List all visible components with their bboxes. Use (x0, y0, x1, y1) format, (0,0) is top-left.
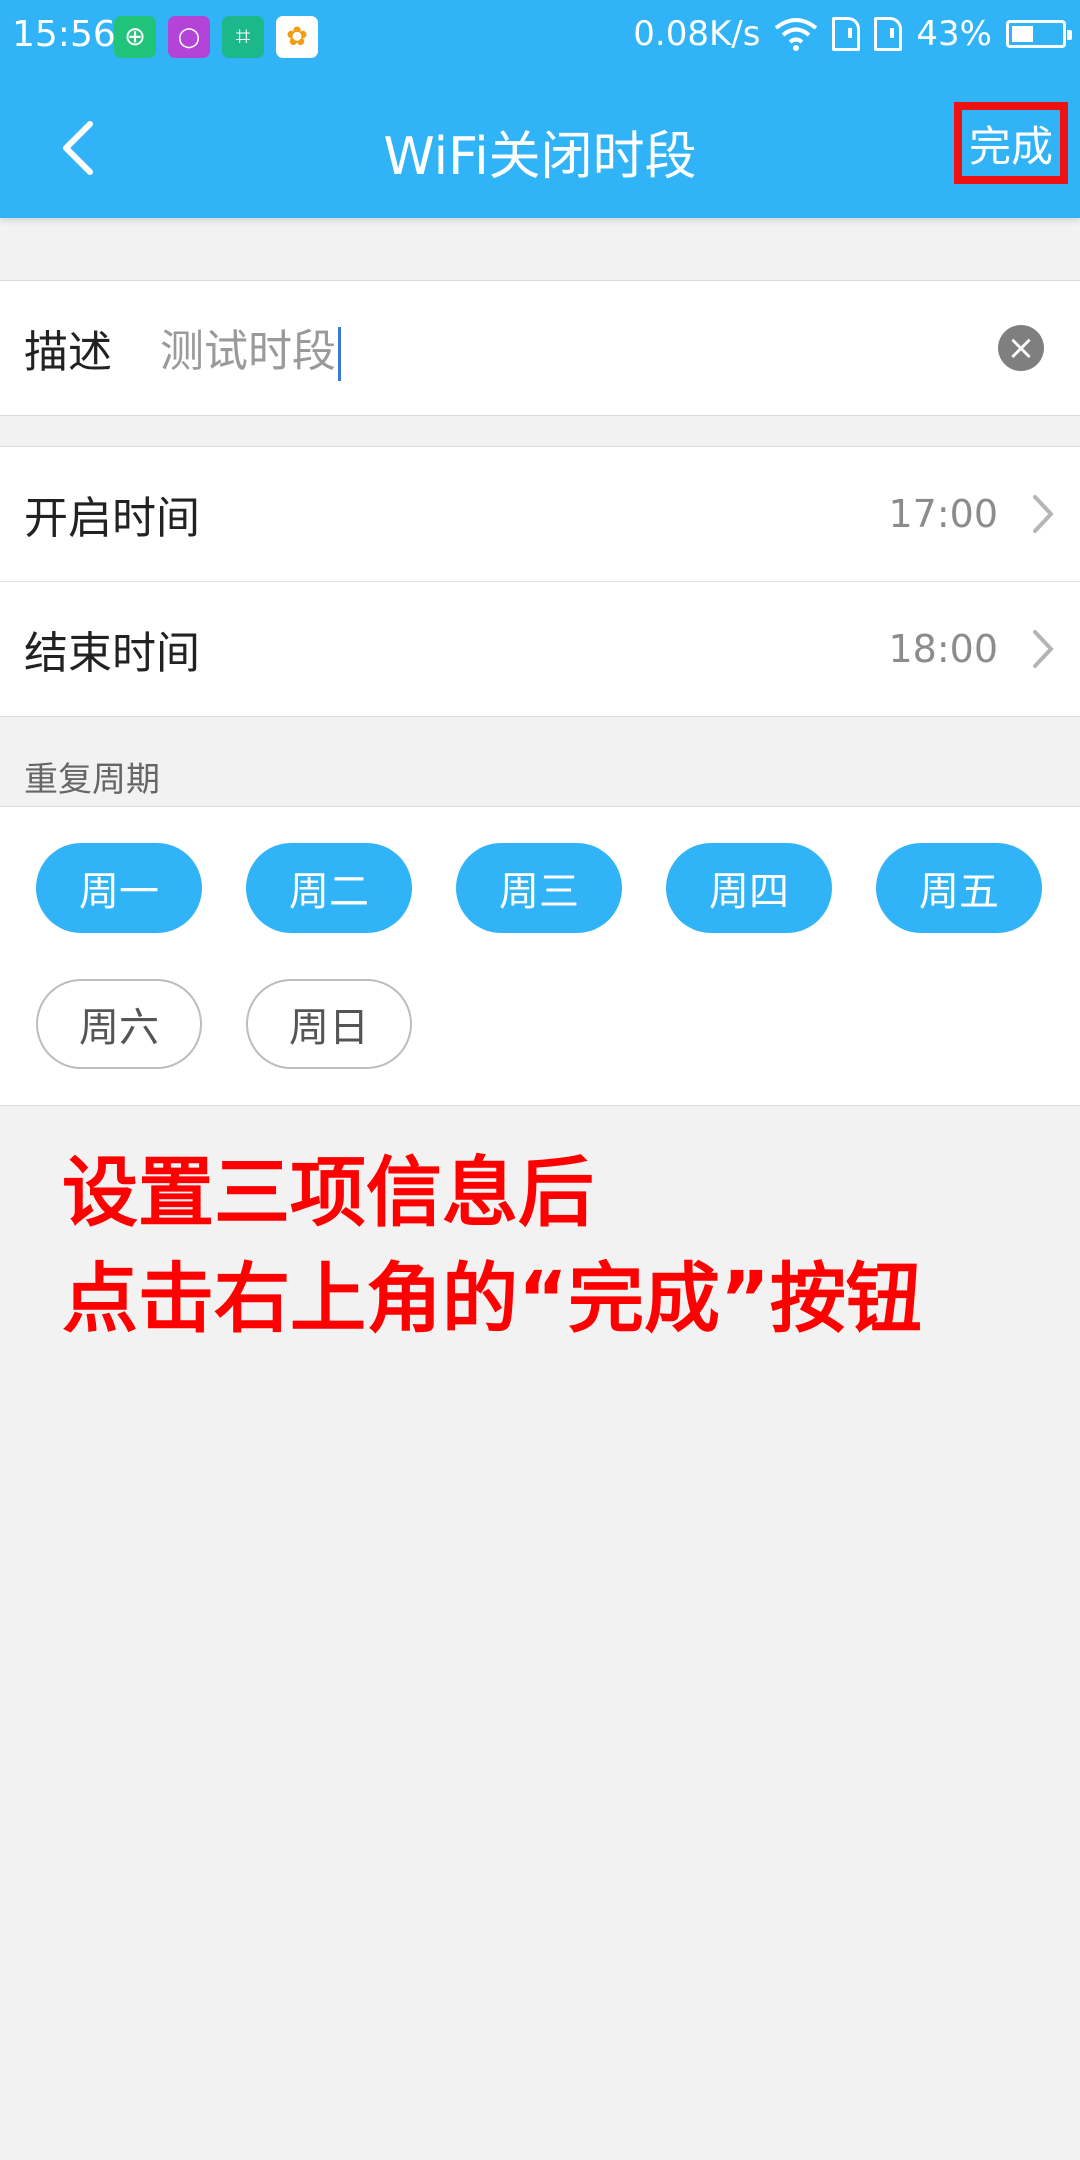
day-chip-fri[interactable]: 周五 (876, 843, 1042, 933)
day-chip-mon[interactable]: 周一 (36, 843, 202, 933)
description-group: 描述 测试时段 × (0, 280, 1080, 416)
chevron-right-icon (1033, 495, 1054, 533)
chevron-right-icon (1033, 630, 1054, 668)
pinwheel-icon: ✿ (276, 16, 318, 58)
description-value: 测试时段 (160, 326, 336, 377)
scan-icon: ⌗ (222, 16, 264, 58)
description-label: 描述 (24, 327, 112, 378)
day-chip-tue[interactable]: 周二 (246, 843, 412, 933)
net-speed: 0.08K/s (633, 14, 761, 54)
end-time-row[interactable]: 结束时间 18:00 (0, 581, 1080, 716)
text-cursor (338, 327, 341, 381)
end-time-value: 18:00 (888, 627, 998, 671)
day-chip-thu[interactable]: 周四 (666, 843, 832, 933)
wifi-icon (775, 18, 818, 51)
status-right: 0.08K/s 43% (633, 14, 1072, 54)
start-time-row[interactable]: 开启时间 17:00 (0, 447, 1080, 581)
sim-icon (832, 17, 861, 51)
time-group: 开启时间 17:00 结束时间 18:00 (0, 446, 1080, 717)
start-time-label: 开启时间 (24, 493, 200, 544)
sim-icon (874, 17, 903, 51)
done-button[interactable]: 完成 (954, 102, 1068, 184)
status-bar: 15:56 ⊕ ○ ⌗ ✿ 0.08K/s 43% (0, 0, 1080, 76)
repeat-section-label: 重复周期 (24, 760, 160, 800)
status-time: 15:56 (12, 14, 116, 55)
annotation-line-1: 设置三项信息后 (62, 1148, 594, 1237)
top-bar: 15:56 ⊕ ○ ⌗ ✿ 0.08K/s 43% WiFi关闭时段 完成 (0, 0, 1080, 218)
clear-icon[interactable]: × (998, 325, 1044, 371)
day-chip-wed[interactable]: 周三 (456, 843, 622, 933)
instruction-annotation: 设置三项信息后 点击右上角的“完成”按钮 (62, 1140, 922, 1352)
day-chip-sat[interactable]: 周六 (36, 979, 202, 1069)
notification-icons: ⊕ ○ ⌗ ✿ (114, 16, 318, 58)
annotation-line-2: 点击右上角的“完成”按钮 (62, 1254, 922, 1343)
end-time-label: 结束时间 (24, 628, 200, 679)
plus-icon: ⊕ (114, 16, 156, 58)
battery-icon (1006, 20, 1072, 48)
start-time-value: 17:00 (888, 492, 998, 536)
repeat-days: 周一 周二 周三 周四 周五 周六 周日 (0, 806, 1080, 1106)
day-chip-sun[interactable]: 周日 (246, 979, 412, 1069)
circle-icon: ○ (168, 16, 210, 58)
page-title: WiFi关闭时段 (383, 127, 697, 187)
app-header: WiFi关闭时段 完成 (0, 76, 1080, 218)
battery-percent: 43% (916, 14, 992, 54)
description-row[interactable]: 描述 测试时段 × (0, 281, 1080, 415)
description-input[interactable]: 测试时段 (160, 315, 341, 381)
